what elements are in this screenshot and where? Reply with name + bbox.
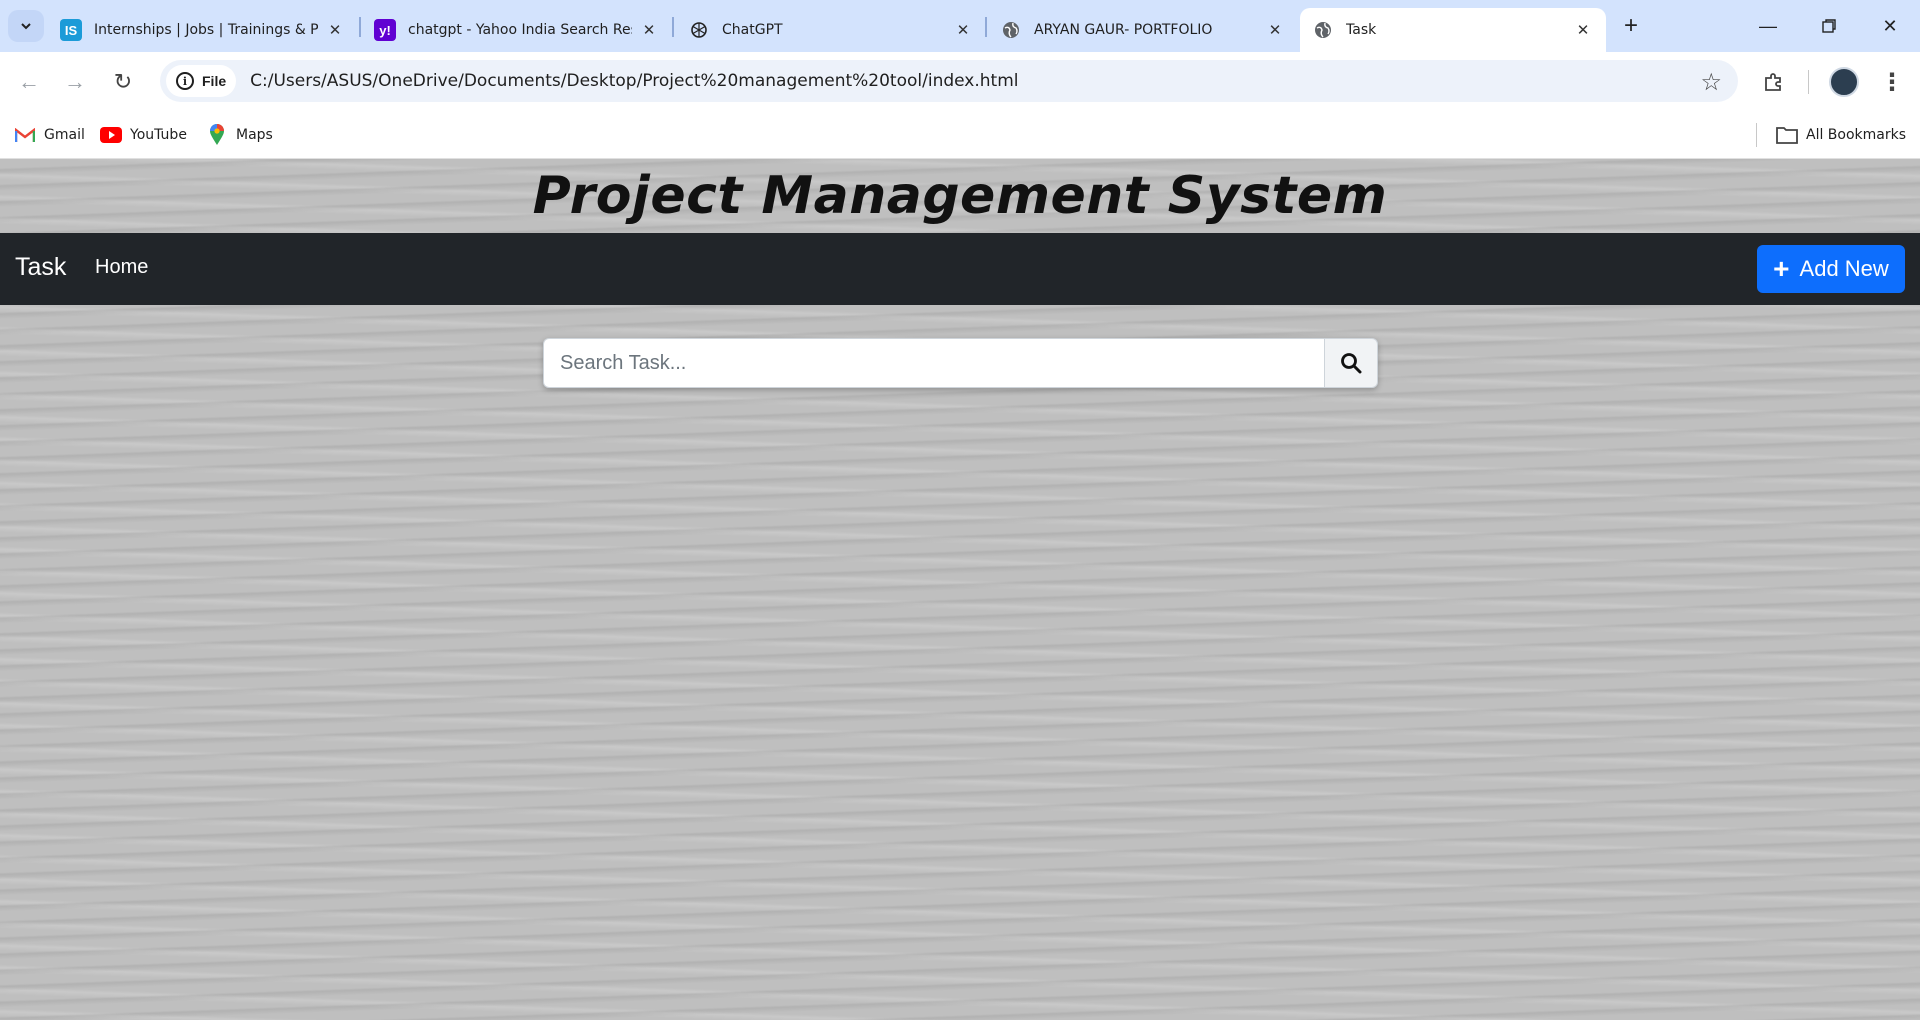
bookmark-youtube[interactable]: YouTube	[100, 121, 187, 149]
tab-portfolio[interactable]: ARYAN GAUR- PORTFOLIO ✕	[988, 8, 1298, 52]
header-band: Project Management System	[0, 159, 1920, 233]
restore-icon[interactable]	[1809, 10, 1849, 42]
close-icon[interactable]: ✕	[638, 19, 660, 41]
toolbar-divider	[1808, 70, 1809, 94]
site-info-label: File	[202, 73, 227, 89]
tab-task-active[interactable]: Task ✕	[1300, 8, 1606, 52]
close-icon[interactable]: ✕	[324, 19, 346, 41]
top-navbar: Task Home + Add New	[0, 233, 1920, 305]
youtube-icon	[100, 126, 122, 144]
add-new-button[interactable]: + Add New	[1757, 245, 1905, 293]
avatar	[1829, 67, 1859, 97]
tab-internshala[interactable]: IS Internships | Jobs | Trainings & Pla …	[48, 8, 358, 52]
bookmark-gmail[interactable]: Gmail	[14, 121, 85, 149]
browser-toolbar: ← → ↻ i File C:/Users/ASUS/OneDrive/Docu…	[0, 52, 1920, 111]
search-bar	[543, 338, 1378, 388]
chevron-down-icon	[21, 23, 31, 30]
tab-search-button[interactable]	[8, 10, 44, 42]
tab-separator	[985, 17, 987, 37]
search-icon	[1341, 353, 1362, 374]
tab-separator	[359, 17, 361, 37]
all-bookmarks-label: All Bookmarks	[1806, 127, 1907, 143]
profile-avatar[interactable]	[1826, 64, 1862, 100]
reload-icon[interactable]: ↻	[106, 65, 140, 99]
close-icon[interactable]: ✕	[1264, 19, 1286, 41]
bookmarks-divider	[1756, 123, 1757, 147]
plus-icon: +	[1773, 253, 1790, 284]
tab-separator	[672, 17, 674, 37]
window-close-icon[interactable]: ✕	[1870, 10, 1910, 42]
url-text[interactable]: C:/Users/ASUS/OneDrive/Documents/Desktop…	[250, 71, 1018, 91]
bookmark-label: Gmail	[44, 127, 85, 143]
page-title: Project Management System	[532, 166, 1388, 226]
bookmark-maps[interactable]: Maps	[206, 121, 273, 149]
tab-chatgpt[interactable]: ChatGPT ✕	[676, 8, 986, 52]
tab-title: chatgpt - Yahoo India Search Resu	[408, 22, 632, 38]
bookmark-label: Maps	[236, 127, 273, 143]
close-icon[interactable]: ✕	[952, 19, 974, 41]
internshala-icon: IS	[60, 19, 82, 41]
site-info-chip[interactable]: i File	[166, 65, 237, 97]
page-content: Project Management System Task Home + Ad…	[0, 159, 1920, 1020]
new-tab-button[interactable]: +	[1615, 12, 1647, 40]
more-menu-icon[interactable]: ⋮	[1874, 64, 1910, 100]
tab-yahoo-search[interactable]: y! chatgpt - Yahoo India Search Resu ✕	[362, 8, 672, 52]
chatgpt-icon	[688, 19, 710, 41]
globe-icon	[1000, 19, 1022, 41]
yahoo-icon: y!	[374, 19, 396, 41]
folder-icon	[1776, 126, 1798, 144]
gmail-icon	[14, 126, 36, 144]
maps-icon	[206, 124, 228, 145]
tab-title: ARYAN GAUR- PORTFOLIO	[1034, 22, 1213, 38]
back-icon[interactable]: ←	[12, 65, 46, 99]
globe-icon	[1312, 19, 1334, 41]
navbar-brand[interactable]: Task	[15, 253, 66, 282]
tab-title: Internships | Jobs | Trainings & Pla	[94, 22, 318, 38]
tab-strip: IS Internships | Jobs | Trainings & Pla …	[0, 0, 1920, 52]
extensions-icon[interactable]	[1756, 64, 1792, 100]
forward-icon[interactable]: →	[58, 65, 92, 99]
close-icon[interactable]: ✕	[1572, 19, 1594, 41]
address-bar[interactable]: i File C:/Users/ASUS/OneDrive/Documents/…	[160, 60, 1738, 102]
search-input[interactable]	[543, 338, 1324, 388]
tab-title: ChatGPT	[722, 22, 783, 38]
bookmark-label: YouTube	[130, 127, 187, 143]
search-button[interactable]	[1324, 338, 1378, 388]
bookmark-star-icon[interactable]: ☆	[1700, 68, 1722, 97]
minimize-icon[interactable]: —	[1748, 10, 1788, 42]
nav-home-link[interactable]: Home	[95, 256, 148, 279]
add-new-label: Add New	[1799, 256, 1889, 281]
info-icon: i	[176, 72, 194, 90]
tab-title: Task	[1346, 22, 1377, 38]
bookmarks-bar: Gmail YouTube Maps All Bookmarks	[0, 111, 1920, 159]
all-bookmarks-button[interactable]: All Bookmarks	[1776, 121, 1906, 149]
